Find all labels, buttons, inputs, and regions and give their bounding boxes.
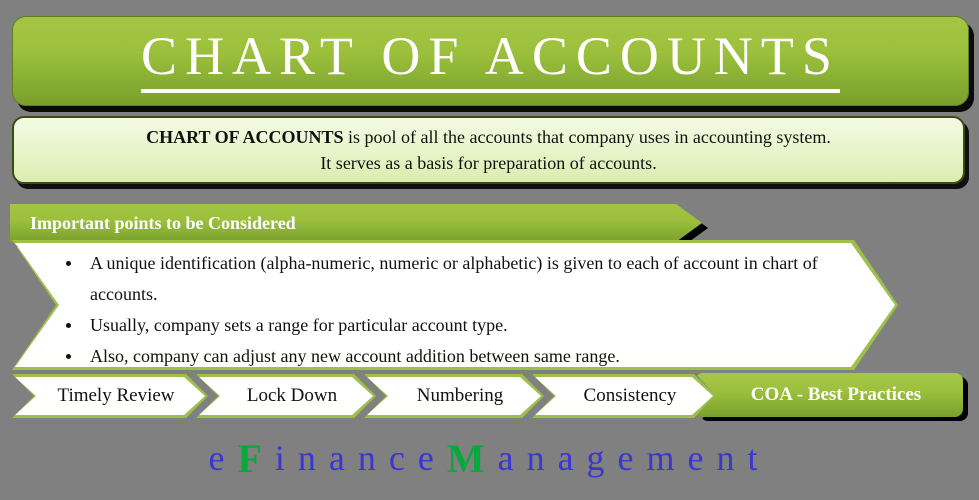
practice-chevron-face: Numbering	[367, 377, 541, 415]
coa-tab-label: COA - Best Practices	[750, 384, 922, 405]
practice-chevron-numbering[interactable]: Numbering	[364, 374, 544, 418]
definition-rest: is pool of all the accounts that company…	[343, 127, 831, 147]
practice-label: Numbering	[416, 385, 504, 406]
definition-line-2: It serves as a basis for preparation of …	[320, 153, 657, 173]
points-banner-label: Important points to be Considered	[30, 212, 296, 233]
practice-label: Lock Down	[246, 385, 338, 406]
practice-chevron-face: Consistency	[535, 377, 713, 415]
logo-part-m: M	[446, 435, 498, 481]
coa-best-practices-tab[interactable]: COA - Best Practices	[695, 373, 963, 417]
list-item: Usually, company sets a range for partic…	[60, 310, 850, 341]
list-item: Also, company can adjust any new account…	[60, 341, 850, 372]
logo-part-f: F	[237, 435, 275, 481]
definition-box: CHART OF ACCOUNTS is pool of all the acc…	[12, 116, 965, 184]
definition-term: CHART OF ACCOUNTS	[146, 127, 344, 147]
practice-chevron-lock-down[interactable]: Lock Down	[196, 374, 376, 418]
page-title: CHART OF ACCOUNTS	[141, 29, 840, 93]
brand-logo: e Finance Management	[0, 428, 979, 488]
points-banner: Important points to be Considered	[10, 204, 702, 242]
practice-label: Consistency	[583, 385, 677, 406]
practice-chevron-consistency[interactable]: Consistency	[532, 374, 716, 418]
list-item: A unique identification (alpha-numeric, …	[60, 248, 850, 310]
page-title-bar: CHART OF ACCOUNTS	[12, 16, 969, 106]
practice-chevron-face: Lock Down	[199, 377, 373, 415]
definition-line-1: CHART OF ACCOUNTS is pool of all the acc…	[146, 124, 831, 150]
logo-part-anagement: anagement	[497, 438, 771, 478]
practice-chevron-face: Timely Review	[15, 377, 205, 415]
logo-part-inance: inance	[274, 438, 447, 478]
practice-chevron-timely-review[interactable]: Timely Review	[12, 374, 208, 418]
practice-label: Timely Review	[57, 385, 175, 406]
logo-part-e: e	[208, 438, 238, 478]
bullets-list: A unique identification (alpha-numeric, …	[60, 248, 850, 372]
infographic-canvas: CHART OF ACCOUNTS CHART OF ACCOUNTS is p…	[0, 0, 979, 500]
